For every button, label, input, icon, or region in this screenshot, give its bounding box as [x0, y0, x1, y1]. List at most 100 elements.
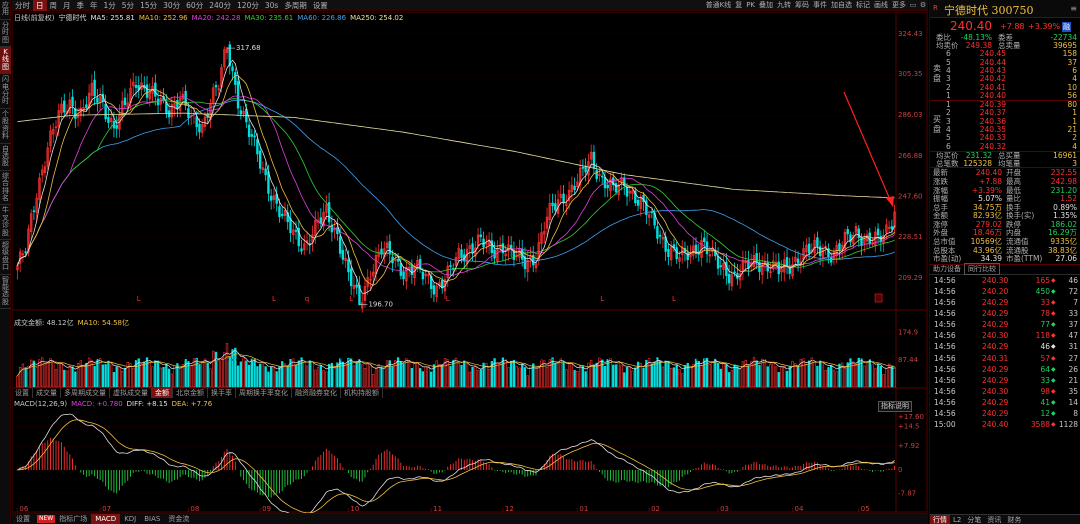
- tool-button[interactable]: 筹码: [793, 0, 811, 11]
- trade-price: 240.40: [982, 420, 1009, 430]
- settings-icon[interactable]: ⚙: [918, 0, 928, 11]
- candle-body: [890, 226, 894, 230]
- indicator-tab[interactable]: 融资融券变化: [292, 388, 341, 398]
- volume-bar: [537, 365, 540, 388]
- indicator-tab[interactable]: 北京金额: [173, 388, 208, 398]
- indicator-tab[interactable]: 机构持股额: [341, 388, 383, 398]
- stock-title[interactable]: 宁德时代 300750: [944, 2, 1034, 18]
- sidebar-item-5[interactable]: 自选股: [0, 144, 11, 171]
- macd-tick-label: -7.87: [898, 490, 916, 498]
- period-tab[interactable]: 周: [47, 0, 61, 11]
- tool-button[interactable]: 叠加: [757, 0, 775, 11]
- period-tab[interactable]: 30分: [160, 0, 183, 11]
- bottom-indicator-tab[interactable]: 设置: [12, 514, 34, 524]
- chart-canvas[interactable]: 324.43 305.35 286.03 266.88 247.60 228.51 209.…: [12, 12, 928, 513]
- indicator-tab[interactable]: 设置: [12, 388, 33, 398]
- tool-button[interactable]: PK: [744, 0, 757, 11]
- tool-button[interactable]: 九转: [775, 0, 793, 11]
- period-tab[interactable]: 季: [74, 0, 88, 11]
- bottom-indicator-tab[interactable]: MACD: [91, 513, 121, 524]
- window-icon[interactable]: ▭: [908, 0, 918, 11]
- bottom-indicator-tab[interactable]: BIAS: [140, 514, 164, 524]
- sidebar-item-2[interactable]: K线图: [0, 47, 11, 75]
- period-tab[interactable]: 多周期: [281, 0, 310, 11]
- trade-time: 14:56: [934, 342, 956, 352]
- period-tab[interactable]: 15分: [137, 0, 160, 11]
- indicator-tab[interactable]: 多周期成交量: [61, 388, 110, 398]
- volume-bar: [85, 362, 88, 388]
- indicator-tab[interactable]: 金额: [152, 388, 173, 398]
- bottom-indicator-tab[interactable]: 指标广场: [55, 514, 91, 524]
- quote-tab[interactable]: 资讯: [984, 515, 1004, 524]
- volume-bar: [620, 364, 623, 388]
- tool-button[interactable]: 更多: [890, 0, 908, 11]
- volume-bar: [479, 369, 482, 388]
- period-tab[interactable]: 60分: [183, 0, 206, 11]
- tool-button[interactable]: 普通K线: [704, 0, 734, 11]
- volume-bar: [758, 364, 761, 388]
- tool-button[interactable]: 标记: [854, 0, 872, 11]
- kline-chart[interactable]: 324.43 305.35 286.03 266.88 247.60 228.51 209.…: [12, 12, 928, 524]
- tool-button[interactable]: 复: [733, 0, 744, 11]
- sidebar-item-7[interactable]: 牛叉诊股: [0, 205, 11, 240]
- volume-bar: [559, 358, 562, 388]
- ask-row[interactable]: 1 240.40 56: [930, 91, 1080, 100]
- volume-bar: [708, 364, 711, 388]
- period-tab[interactable]: 年: [87, 0, 101, 11]
- period-tab[interactable]: 5分: [119, 0, 137, 11]
- sidebar-item-3[interactable]: 闪电分时: [0, 74, 11, 109]
- volume-bar: [498, 362, 502, 388]
- bid-row[interactable]: 6 240.32 4: [930, 142, 1080, 151]
- indicator-tab[interactable]: 换手率: [208, 388, 236, 398]
- trade-time: 14:56: [934, 309, 956, 319]
- indicator-tab[interactable]: 成交量: [33, 388, 61, 398]
- quote-tab[interactable]: 财务: [1004, 515, 1024, 524]
- tool-button[interactable]: 加自选: [829, 0, 854, 11]
- volume-bar: [206, 362, 209, 388]
- volume-bar: [567, 363, 571, 388]
- candle-body: [399, 263, 403, 276]
- sidebar-item-9[interactable]: 智能选股: [0, 275, 11, 310]
- period-tab[interactable]: 分时: [12, 0, 33, 11]
- period-tab[interactable]: 1分: [101, 0, 119, 11]
- candle-body: [256, 139, 259, 155]
- bottom-indicator-tab[interactable]: KDJ: [120, 514, 140, 524]
- trade-row: 14:56 240.30 165 ◆ 46: [930, 275, 1080, 286]
- volume-bar: [755, 360, 758, 388]
- ma30-line: [17, 98, 895, 273]
- sidebar-item-6[interactable]: 综合排名: [0, 171, 11, 206]
- period-tab[interactable]: 240分: [206, 0, 234, 11]
- volume-bar: [843, 367, 847, 388]
- indicator-tabs: 设置 成交量 多周期成交量 虚拟成交量 金额 北京金额 换手率 周期换手率变化 融资融券变化 机构…: [12, 388, 383, 398]
- quote-tab[interactable]: 分笔: [964, 515, 984, 524]
- trade-count: 46: [1068, 275, 1078, 285]
- sidebar-item-1[interactable]: 分时图: [0, 20, 11, 48]
- menu-icon[interactable]: ≡: [1070, 4, 1077, 13]
- indicator-tab[interactable]: 虚拟成交量: [110, 388, 152, 398]
- sidebar-item-8[interactable]: 超级盘口: [0, 240, 11, 275]
- tool-button[interactable]: 事件: [811, 0, 829, 11]
- quote-tab[interactable]: L2: [950, 515, 964, 524]
- period-tab[interactable]: 30s: [262, 0, 281, 11]
- trade-time: 14:56: [934, 275, 956, 285]
- period-tab[interactable]: 120分: [234, 0, 262, 11]
- quote-tab[interactable]: 行情: [930, 514, 950, 524]
- period-tab[interactable]: 设置: [310, 0, 331, 11]
- sidebar-item-0[interactable]: 应用: [0, 0, 11, 20]
- volume-bar: [250, 358, 254, 388]
- trades-tab[interactable]: 同行比较: [964, 263, 1000, 276]
- trades-tab[interactable]: 助力设备: [930, 264, 964, 274]
- candle-body: [176, 99, 179, 109]
- indicator-tab[interactable]: 周期换手率变化: [236, 388, 292, 398]
- tool-button[interactable]: 画线: [872, 0, 890, 11]
- bottom-indicator-tab[interactable]: 资金流: [164, 514, 193, 524]
- period-tab[interactable]: 日: [33, 0, 47, 11]
- sidebar-item-4[interactable]: 个股资料: [0, 109, 11, 144]
- period-tab[interactable]: 月: [60, 0, 74, 11]
- indicator-explain-button[interactable]: 指标说明: [878, 401, 912, 412]
- x-tick-label: 05: [861, 505, 870, 513]
- volume-bar: [258, 363, 262, 388]
- legend-item: MA60: 226.86: [297, 14, 347, 22]
- trade-count: 33: [1068, 309, 1078, 319]
- volume-bar: [82, 364, 85, 388]
